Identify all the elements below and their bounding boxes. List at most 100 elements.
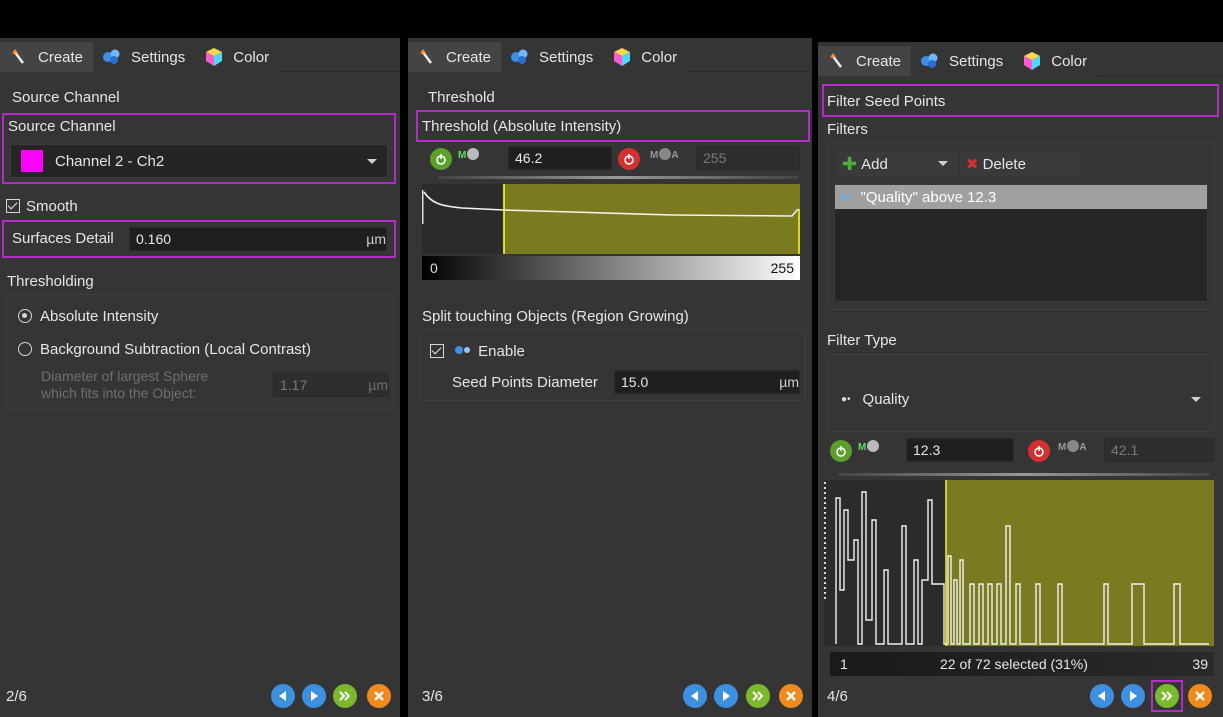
diameter-label: Diameter of largest Sphere which fits in… (41, 368, 209, 401)
channel-dropdown[interactable]: Channel 2 - Ch2 (10, 144, 388, 178)
back-button[interactable] (1090, 684, 1114, 708)
delete-label: Delete (982, 155, 1026, 173)
tab-create[interactable]: Create (818, 46, 912, 76)
finish-button[interactable] (746, 684, 770, 708)
cancel-button[interactable] (779, 684, 803, 708)
auto-threshold-icon[interactable]: M (458, 148, 480, 161)
step-indicator: 3/6 (422, 688, 443, 705)
tab-color-label: Color (641, 48, 678, 66)
plus-icon: ✚ (842, 153, 858, 174)
settings-gem-icon (509, 46, 531, 68)
panel-filter-seed-points: Create Settings Color Filter Seed Points… (818, 42, 1223, 717)
tab-bar: Create Settings Color (408, 42, 812, 72)
filter-list-item[interactable]: ●• "Quality" above 12.3 (835, 185, 1207, 209)
next-button[interactable] (302, 684, 326, 708)
auto-upper-threshold-icon[interactable]: MA (1058, 440, 1087, 453)
quality-histogram[interactable] (824, 480, 1214, 646)
tab-settings[interactable]: Settings (911, 46, 1014, 76)
seed-diameter-input[interactable]: 15.0 µm (614, 370, 800, 394)
tab-color-label: Color (1051, 52, 1088, 70)
tab-bar: Create Settings Color (818, 46, 1223, 76)
threshold-slider-track[interactable] (438, 176, 798, 179)
chevron-down-icon (1191, 397, 1201, 402)
surfaces-detail-input[interactable]: 0.160 µm (129, 227, 387, 251)
tab-settings[interactable]: Settings (501, 42, 604, 72)
wand-icon (826, 50, 848, 72)
seed-diameter-unit: µm (779, 374, 799, 390)
filter-type-value: Quality (862, 390, 910, 408)
add-filter-button[interactable]: ✚ Add (836, 151, 958, 177)
wand-icon (416, 46, 438, 68)
seed-diameter-label: Seed Points Diameter (452, 374, 598, 391)
threshold-histogram[interactable] (422, 184, 800, 254)
filter-list: ●• "Quality" above 12.3 (834, 184, 1208, 302)
chevron-down-icon (938, 161, 948, 166)
radio-background-label: Background Subtraction (Local Contrast) (40, 341, 311, 358)
channel-value: Channel 2 - Ch2 (55, 152, 165, 170)
filter-item-label: "Quality" above 12.3 (860, 188, 997, 206)
range-min: 1 (840, 656, 848, 672)
cancel-button[interactable] (1188, 684, 1212, 708)
intensity-gradient-bar: 0 255 (422, 256, 800, 280)
radio-absolute-label: Absolute Intensity (40, 308, 159, 325)
upper-threshold-value: 255 (703, 150, 727, 166)
surfaces-detail-label: Surfaces Detail (12, 230, 114, 247)
auto-upper-threshold-icon[interactable]: MA (650, 148, 679, 161)
diameter-unit: µm (368, 377, 388, 393)
smooth-label: Smooth (26, 198, 78, 215)
tab-color[interactable]: Color (603, 42, 688, 72)
tab-color[interactable]: Color (1013, 46, 1098, 76)
quality-icon: ●• (841, 393, 851, 405)
upper-threshold-power-icon[interactable] (618, 148, 640, 170)
panel-source-channel: Create Settings Color Source Channel Sou… (0, 38, 400, 717)
delete-filter-button[interactable]: ✖ Delete (960, 151, 1080, 177)
radio-absolute-intensity[interactable]: Absolute Intensity (18, 308, 158, 325)
range-min: 0 (430, 260, 438, 276)
diameter-input[interactable]: 1.17 µm (273, 373, 389, 397)
enable-label: Enable (478, 343, 525, 360)
tab-settings-label: Settings (131, 48, 186, 66)
upper-threshold-input[interactable]: 42.1 (1104, 438, 1214, 462)
lower-threshold-power-icon[interactable] (430, 148, 452, 170)
filter-type-dropdown[interactable]: ●• Quality (830, 382, 1212, 416)
range-max: 39 (1192, 656, 1208, 672)
back-button[interactable] (271, 684, 295, 708)
color-cube-icon (611, 46, 633, 68)
lower-threshold-power-icon[interactable] (830, 440, 852, 462)
seed-points-icon (454, 343, 472, 357)
finish-button[interactable] (333, 684, 357, 708)
tab-create-label: Create (446, 48, 492, 66)
tab-create-label: Create (38, 48, 84, 66)
settings-gem-icon (101, 46, 123, 68)
checkbox-icon (430, 344, 444, 358)
lower-threshold-input[interactable]: 46.2 (508, 146, 612, 170)
upper-threshold-value: 42.1 (1111, 442, 1139, 458)
next-button[interactable] (714, 684, 738, 708)
lower-threshold-input[interactable]: 12.3 (906, 438, 1014, 462)
lower-threshold-value: 46.2 (515, 150, 543, 166)
channel-color-swatch (21, 150, 43, 172)
cancel-button[interactable] (367, 684, 391, 708)
tab-color-label: Color (233, 48, 270, 66)
next-button[interactable] (1121, 684, 1145, 708)
tab-color[interactable]: Color (195, 42, 280, 72)
upper-threshold-input[interactable]: 255 (696, 146, 800, 170)
enable-checkbox[interactable]: Enable (430, 343, 525, 360)
panel-threshold: Create Settings Color Threshold Threshol… (408, 38, 812, 717)
finish-button[interactable] (1155, 684, 1179, 708)
threshold-slider-track[interactable] (838, 473, 1210, 476)
tab-create[interactable]: Create (0, 42, 94, 72)
selection-bar: 1 22 of 72 selected (31%) 39 (830, 652, 1214, 676)
wand-icon (8, 46, 30, 68)
delete-icon: ✖ (966, 156, 979, 173)
tab-create[interactable]: Create (408, 42, 502, 72)
quality-icon: ●• (841, 191, 851, 203)
tab-settings[interactable]: Settings (93, 42, 196, 72)
back-button[interactable] (683, 684, 707, 708)
smooth-checkbox[interactable]: Smooth (6, 198, 78, 215)
range-max: 255 (770, 260, 794, 276)
radio-background-subtraction[interactable]: Background Subtraction (Local Contrast) (18, 341, 311, 358)
auto-threshold-icon[interactable]: M (858, 440, 880, 453)
upper-threshold-power-icon[interactable] (1028, 440, 1050, 462)
section-title: Source Channel (12, 89, 120, 106)
